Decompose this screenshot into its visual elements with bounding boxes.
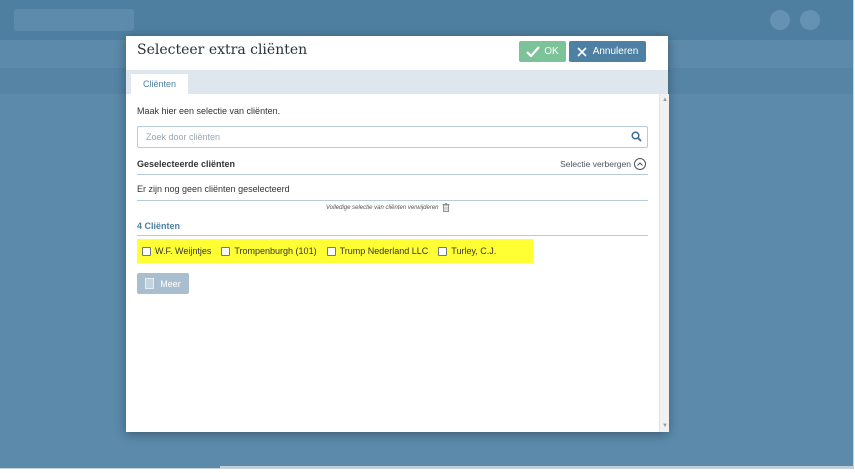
search-input[interactable]: Zoek door cliënten: [137, 126, 648, 148]
hide-selection-toggle[interactable]: Selectie verbergen: [560, 158, 646, 170]
modal-content: Maak hier een selectie van cliënten. Zoe…: [126, 94, 659, 432]
background-topbar: [0, 0, 853, 40]
divider: [137, 200, 648, 201]
divider: [137, 235, 648, 236]
empty-selection-text: Er zijn nog geen cliënten geselecteerd: [137, 184, 290, 194]
selected-clients-heading: Geselecteerde cliënten: [137, 159, 236, 169]
tab-bar: Cliënten: [126, 70, 668, 94]
cancel-button-label: Annuleren: [592, 46, 639, 57]
client-list: W.F. Weijntjes Trompenburgh (101) Trump …: [137, 239, 533, 263]
ok-button-label: OK: [544, 46, 559, 57]
intro-text: Maak hier een selectie van cliënten.: [137, 106, 281, 116]
client-name: Trompenburgh (101): [234, 246, 317, 256]
divider: [137, 174, 648, 175]
cancel-button[interactable]: Annuleren: [569, 41, 646, 62]
client-name: Turley, C.J.: [451, 246, 497, 256]
client-checkbox[interactable]: [221, 246, 231, 256]
page: Selecteer extra cliënten OK Annuleren Cl…: [0, 0, 855, 473]
tab-clients[interactable]: Cliënten: [131, 74, 188, 94]
trash-icon: [442, 203, 450, 212]
background-avatar: [770, 10, 790, 30]
scroll-down-arrow-icon[interactable]: ▼: [662, 423, 668, 429]
more-button-label: Meer: [160, 278, 181, 289]
scroll-up-arrow-icon[interactable]: ▲: [662, 97, 668, 103]
background-divider: [220, 466, 853, 468]
client-item[interactable]: W.F. Weijntjes: [137, 239, 216, 263]
modal-header: Selecteer extra cliënten OK Annuleren: [126, 36, 668, 70]
client-item[interactable]: Trompenburgh (101): [216, 239, 321, 263]
close-icon: [577, 46, 587, 57]
background-logo: [14, 9, 134, 31]
remove-all-selection-link[interactable]: Volledige selectie van cliënten verwijde…: [326, 203, 450, 212]
modal-title: Selecteer extra cliënten: [137, 42, 308, 58]
client-checkbox[interactable]: [438, 246, 448, 256]
document-icon: [145, 278, 155, 289]
more-button[interactable]: Meer: [137, 273, 189, 294]
select-clients-modal: Selecteer extra cliënten OK Annuleren Cl…: [126, 36, 669, 432]
client-checkbox[interactable]: [142, 246, 151, 256]
client-name: Trump Nederland LLC: [339, 246, 429, 256]
chevron-up-icon: [634, 158, 646, 170]
search-placeholder: Zoek door cliënten: [146, 132, 221, 142]
clients-count-heading: 4 Cliënten: [137, 221, 181, 231]
ok-button[interactable]: OK: [519, 41, 566, 62]
scrollbar[interactable]: ▲ ▼: [659, 94, 669, 432]
client-checkbox[interactable]: [326, 246, 336, 256]
client-item[interactable]: Turley, C.J.: [433, 239, 501, 263]
checkmark-icon: [526, 46, 541, 57]
client-item[interactable]: Trump Nederland LLC: [322, 239, 434, 263]
client-name: W.F. Weijntjes: [155, 246, 212, 256]
search-icon[interactable]: [631, 131, 642, 142]
remove-all-label: Volledige selectie van cliënten verwijde…: [326, 204, 439, 211]
hide-selection-label: Selectie verbergen: [560, 159, 631, 169]
background-avatar: [800, 10, 820, 30]
